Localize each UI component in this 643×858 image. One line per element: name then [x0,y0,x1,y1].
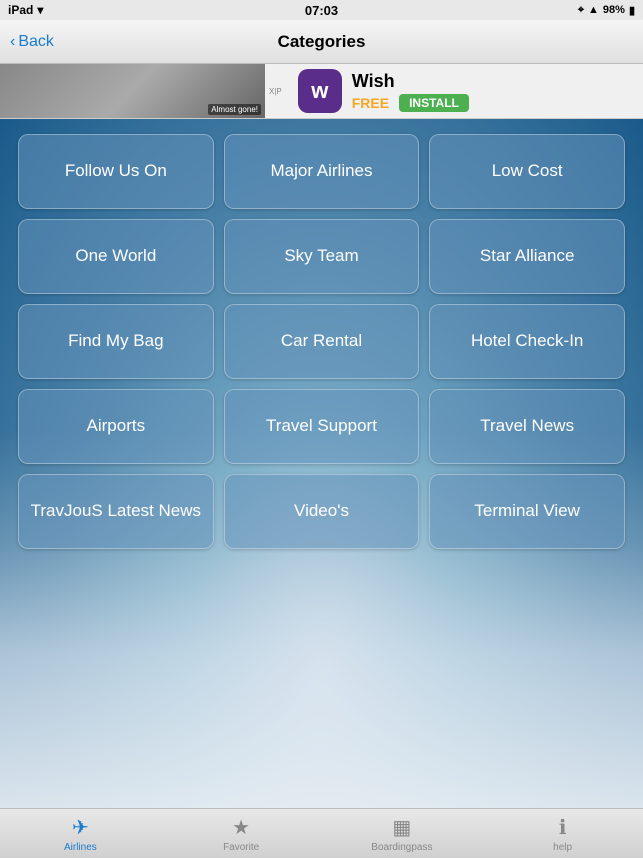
nav-bar: ‹ Back Categories [0,20,643,64]
device-name: iPad [8,3,33,17]
page-title: Categories [278,32,366,52]
help-label: help [553,842,572,853]
help-icon: ℹ [559,815,567,840]
category-grid: Follow Us On Major Airlines Low Cost One… [0,119,643,564]
grid-btn-car-rental[interactable]: Car Rental [224,304,420,379]
wish-title: Wish [352,71,631,92]
grid-btn-travjous-latest-news[interactable]: TravJouS Latest News [18,474,214,549]
grid-btn-travel-news[interactable]: Travel News [429,389,625,464]
back-button[interactable]: ‹ Back [10,33,54,51]
battery-level: 98% [603,4,625,16]
wish-install-button[interactable]: INSTALL [399,94,469,112]
ad-xip: X|P [265,87,286,96]
ad-almost-gone-label: Almost gone! [208,104,261,115]
status-bar: iPad ▾ 07:03 ⌖ ▲ 98% ▮ [0,0,643,20]
grid-btn-follow-us-on[interactable]: Follow Us On [18,134,214,209]
boardingpass-icon: ▦ [392,815,411,840]
grid-btn-major-airlines[interactable]: Major Airlines [224,134,420,209]
tab-favorite[interactable]: ★ Favorite [161,809,322,858]
grid-btn-terminal-view[interactable]: Terminal View [429,474,625,549]
tab-airlines[interactable]: ✈ Airlines [0,809,161,858]
grid-btn-sky-team[interactable]: Sky Team [224,219,420,294]
grid-btn-hotel-check-in[interactable]: Hotel Check-In [429,304,625,379]
ad-wish-area: w Wish FREE INSTALL [286,69,643,113]
ad-banner[interactable]: Almost gone! X|P w Wish FREE INSTALL [0,64,643,119]
ad-image: Almost gone! [0,64,265,119]
grid-btn-one-world[interactable]: One World [18,219,214,294]
grid-btn-travel-support[interactable]: Travel Support [224,389,420,464]
back-label: Back [18,33,54,51]
tab-bar: ✈ Airlines ★ Favorite ▦ Boardingpass ℹ h… [0,808,643,858]
back-chevron-icon: ‹ [10,33,15,51]
wifi-icon: ▲ [588,4,599,16]
bluetooth-icon: ⌖ [578,4,584,17]
tab-help[interactable]: ℹ help [482,809,643,858]
boardingpass-label: Boardingpass [371,842,432,853]
airlines-icon: ✈ [72,815,89,840]
grid-btn-low-cost[interactable]: Low Cost [429,134,625,209]
grid-btn-star-alliance[interactable]: Star Alliance [429,219,625,294]
battery-icon: ▮ [629,4,635,17]
tab-boardingpass[interactable]: ▦ Boardingpass [322,809,483,858]
grid-btn-airports[interactable]: Airports [18,389,214,464]
favorite-icon: ★ [232,815,250,840]
signal-icon: ▾ [37,3,43,17]
wish-info: Wish FREE INSTALL [342,71,631,112]
grid-btn-find-my-bag[interactable]: Find My Bag [18,304,214,379]
status-time: 07:03 [305,3,338,18]
grid-btn-videos[interactable]: Video's [224,474,420,549]
favorite-label: Favorite [223,842,259,853]
wish-icon: w [298,69,342,113]
wish-free-label: FREE [352,95,389,111]
airlines-label: Airlines [64,842,97,853]
